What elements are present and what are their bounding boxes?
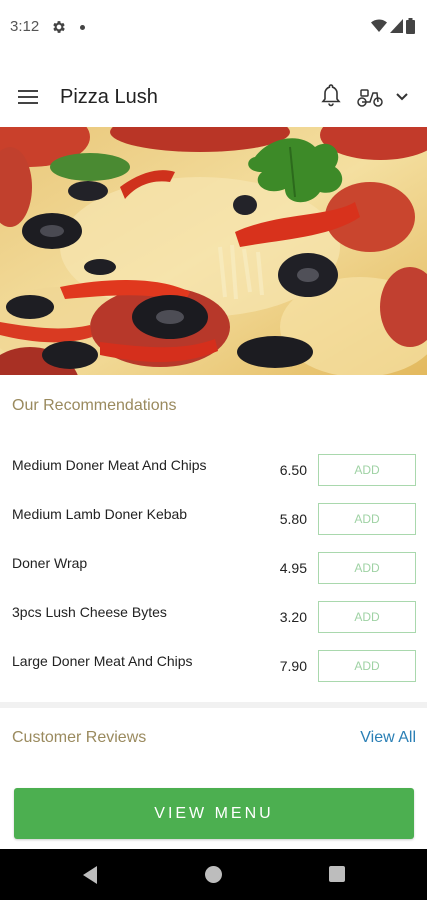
hamburger-menu-icon[interactable] [18, 87, 40, 107]
item-name: Medium Doner Meat And Chips [12, 457, 207, 473]
list-item: Medium Lamb Doner Kebab 5.80 ADD [0, 503, 427, 543]
item-price: 7.90 [279, 658, 307, 674]
item-name: Medium Lamb Doner Kebab [12, 506, 188, 522]
recents-icon[interactable] [329, 866, 345, 882]
add-button[interactable]: ADD [318, 650, 416, 682]
list-item: Doner Wrap 4.95 ADD [0, 552, 427, 592]
item-name: 3pcs Lush Cheese Bytes [12, 604, 167, 620]
gear-icon [53, 21, 65, 33]
recommendations-title: Our Recommendations [12, 397, 177, 414]
view-all-link[interactable]: View All [360, 729, 416, 747]
status-bar: 3:12 [0, 0, 427, 56]
bell-icon[interactable] [319, 81, 343, 109]
item-price: 3.20 [279, 609, 307, 625]
pizza-photo [0, 127, 427, 375]
delivery-scooter-icon[interactable] [356, 86, 384, 108]
item-price: 6.50 [279, 462, 307, 478]
add-button[interactable]: ADD [318, 503, 416, 535]
item-price: 5.80 [279, 511, 307, 527]
hero-pizza-image [0, 127, 427, 375]
system-nav-bar [0, 849, 427, 900]
add-button[interactable]: ADD [318, 552, 416, 584]
list-item: Large Doner Meat And Chips 7.90 ADD [0, 650, 427, 690]
home-icon[interactable] [205, 866, 222, 883]
page-title: Pizza Lush [60, 86, 158, 108]
add-button[interactable]: ADD [318, 601, 416, 633]
list-item: 3pcs Lush Cheese Bytes 3.20 ADD [0, 601, 427, 641]
list-item: Medium Doner Meat And Chips 6.50 ADD [0, 454, 427, 494]
item-name: Large Doner Meat And Chips [12, 653, 193, 669]
item-name: Doner Wrap [12, 555, 88, 571]
reviews-title: Customer Reviews [12, 729, 147, 746]
add-button[interactable]: ADD [318, 454, 416, 486]
status-time: 3:12 [10, 18, 40, 35]
app-bar: Pizza Lush [0, 68, 427, 126]
notification-dot [80, 25, 85, 30]
chevron-down-icon[interactable] [394, 90, 410, 104]
wifi-icon [371, 19, 387, 32]
section-divider [0, 702, 427, 708]
signal-icon [390, 19, 403, 33]
view-menu-button[interactable]: VIEW MENU [14, 788, 414, 839]
item-price: 4.95 [279, 560, 307, 576]
status-indicators [371, 18, 415, 34]
back-icon[interactable] [81, 865, 99, 885]
battery-icon [406, 18, 415, 34]
